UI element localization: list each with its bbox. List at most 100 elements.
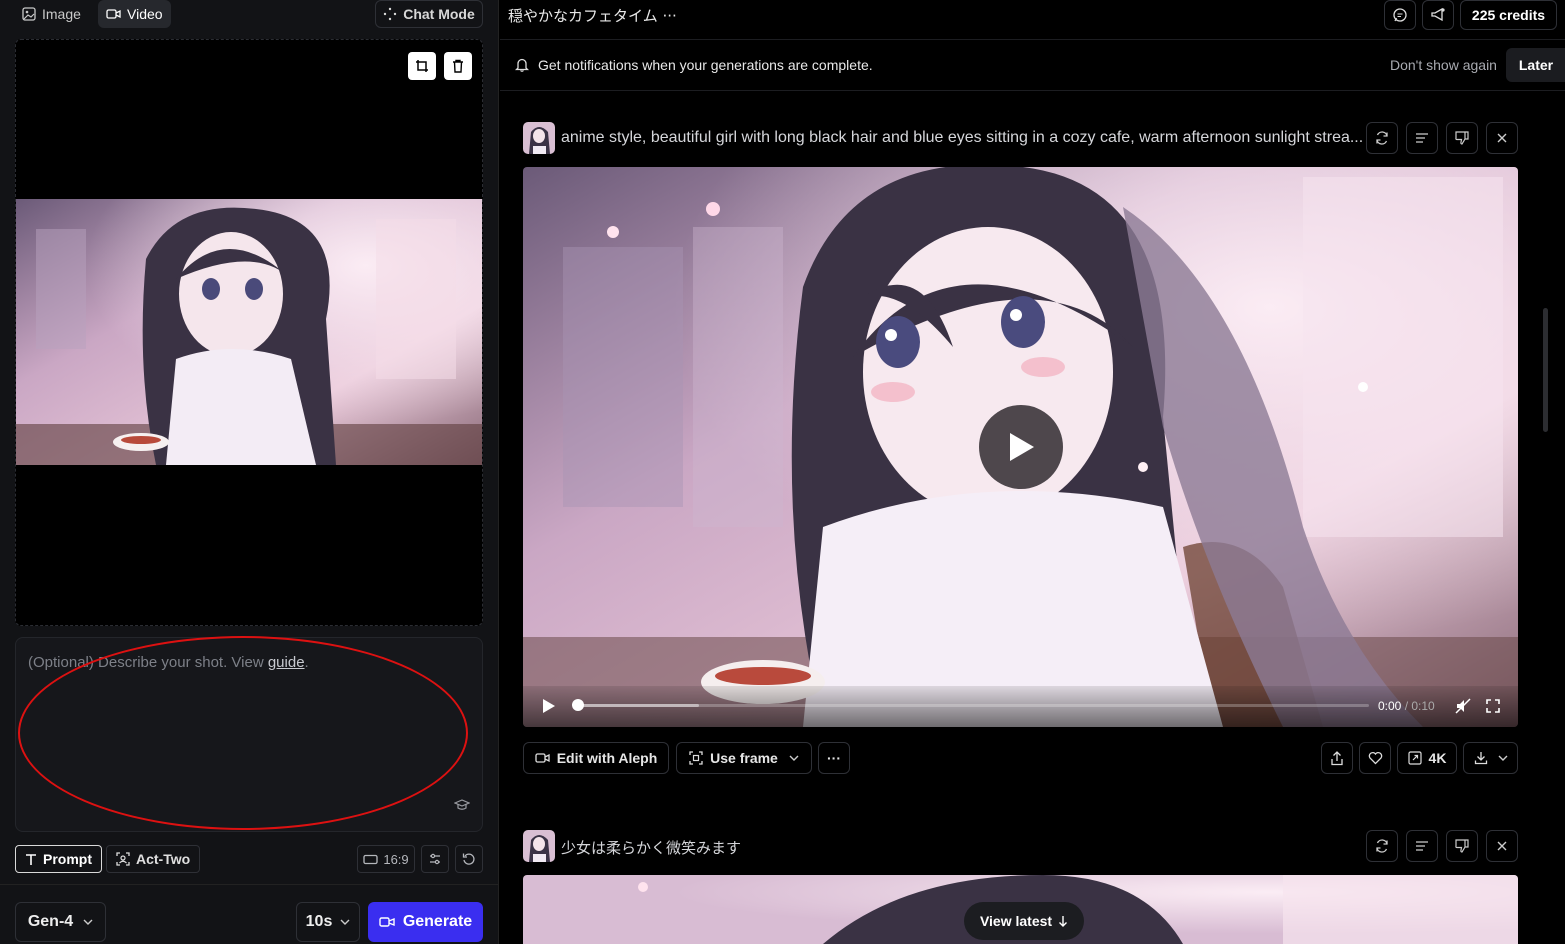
duration-select[interactable]: 10s [296, 902, 360, 942]
heart-icon [1368, 751, 1382, 765]
chevron-down-icon[interactable] [789, 755, 799, 761]
delete-image-button[interactable] [444, 52, 472, 80]
video-icon [535, 753, 550, 763]
act-two-button[interactable]: Act-Two [106, 845, 201, 873]
thumbs-down-icon [1455, 131, 1469, 145]
prompt-input[interactable]: (Optional) Describe your shot. View guid… [15, 637, 483, 832]
close-button[interactable] [1486, 122, 1518, 154]
trash-icon [453, 59, 463, 73]
prompt-placeholder-text: (Optional) Describe your shot. View [28, 654, 268, 671]
bell-icon [515, 58, 529, 72]
time-separator: / [1401, 699, 1412, 713]
play-overlay-button[interactable] [979, 405, 1063, 489]
later-button[interactable]: Later [1506, 48, 1565, 82]
favorite-button[interactable] [1359, 742, 1391, 774]
upscale-label: 4K [1428, 750, 1447, 766]
feedback-button[interactable] [1384, 0, 1416, 30]
image-upload-area[interactable] [15, 39, 483, 626]
text-align-icon [1416, 133, 1428, 143]
scrub-handle[interactable] [572, 699, 584, 711]
announcements-button[interactable] [1422, 0, 1454, 30]
tab-image[interactable]: Image [14, 0, 89, 28]
face-scan-icon [116, 852, 130, 866]
play-icon[interactable] [541, 698, 556, 714]
left-panel: Image Video Chat Mode (Optional) Describ… [0, 0, 499, 944]
input-image-thumbnail [16, 199, 482, 465]
chat-mode-button[interactable]: Chat Mode [375, 0, 483, 28]
credits-badge[interactable]: 225 credits [1460, 0, 1557, 30]
prompt-placeholder: (Optional) Describe your shot. View guid… [28, 654, 309, 671]
fullscreen-icon[interactable] [1486, 699, 1500, 713]
graduation-cap-icon [453, 799, 471, 810]
sliders-icon [430, 853, 440, 865]
regenerate-button[interactable] [1366, 122, 1398, 154]
generate-label: Generate [402, 913, 473, 930]
sparkle-icon [384, 7, 397, 21]
prompt-mode-button[interactable]: Prompt [15, 845, 102, 873]
share-button[interactable] [1321, 742, 1353, 774]
chevron-down-icon [1498, 755, 1507, 761]
more-actions-icon: ··· [827, 750, 841, 766]
progress-bar[interactable] [578, 704, 1369, 707]
session-title-text: 穏やかなカフェタイム [508, 7, 658, 25]
time-display: 0:00 / 0:10 [1378, 699, 1435, 713]
chevron-down-icon [340, 919, 350, 925]
avatar [523, 830, 555, 862]
close-icon [1497, 133, 1507, 143]
refresh-icon [1376, 131, 1388, 145]
notification-text: Get notifications when your generations … [538, 57, 873, 73]
use-frame-button[interactable]: Use frame [676, 742, 812, 774]
time-current: 0:00 [1378, 699, 1402, 713]
view-latest-label: View latest [979, 913, 1053, 929]
view-latest-button[interactable]: View latest [964, 902, 1084, 940]
prompt-placeholder-suffix: . [304, 654, 309, 671]
reset-icon [462, 853, 475, 865]
scrollbar[interactable] [1543, 308, 1548, 432]
download-button[interactable] [1463, 742, 1518, 774]
video-icon [106, 9, 121, 19]
prompt-guide-button[interactable] [453, 798, 471, 817]
aspect-ratio-button[interactable]: 16:9 [357, 845, 415, 873]
mute-icon[interactable] [1455, 698, 1471, 714]
dont-show-again-button[interactable]: Don't show again [1390, 57, 1497, 73]
frame-icon [689, 751, 703, 765]
generate-button[interactable]: Generate [368, 902, 483, 942]
close-icon [1497, 841, 1507, 851]
play-icon [1010, 433, 1034, 461]
use-frame-label: Use frame [710, 750, 778, 766]
more-actions-button[interactable]: ··· [818, 742, 850, 774]
guide-link[interactable]: guide [268, 654, 305, 671]
image-icon [22, 7, 36, 21]
duration-value: 10s [305, 913, 333, 930]
upscale-4k-button[interactable]: 4K [1397, 742, 1457, 774]
generation-prompt: anime style, beautiful girl with long bl… [561, 129, 1364, 146]
details-button[interactable] [1406, 830, 1438, 862]
dislike-button[interactable] [1446, 830, 1478, 862]
model-select[interactable]: Gen-4 [15, 902, 106, 942]
close-button[interactable] [1486, 830, 1518, 862]
prompt-mode-label: Prompt [43, 851, 92, 867]
crop-button[interactable] [408, 52, 436, 80]
chat-bubble-icon [1393, 8, 1407, 22]
dislike-button[interactable] [1446, 122, 1478, 154]
video-icon [379, 917, 395, 927]
details-button[interactable] [1406, 122, 1438, 154]
session-title[interactable]: 穏やかなカフェタイム ··· [508, 5, 677, 26]
more-icon[interactable]: ··· [662, 7, 676, 25]
megaphone-icon [1431, 7, 1445, 22]
crop-icon [416, 60, 428, 72]
generation-prompt: 少女は柔らかく微笑みます [561, 839, 742, 857]
reset-button[interactable] [455, 845, 483, 873]
act-two-label: Act-Two [136, 851, 191, 867]
share-icon [1331, 750, 1343, 765]
settings-button[interactable] [421, 845, 449, 873]
model-select-value: Gen-4 [27, 913, 74, 930]
tab-video[interactable]: Video [98, 0, 171, 28]
edit-with-aleph-button[interactable]: Edit with Aleph [523, 742, 669, 774]
chat-mode-label: Chat Mode [403, 6, 475, 22]
text-icon [26, 853, 36, 865]
text-align-icon [1416, 841, 1428, 851]
aspect-ratio-label: 16:9 [383, 851, 409, 867]
regenerate-button[interactable] [1366, 830, 1398, 862]
tab-video-label: Video [127, 6, 163, 22]
